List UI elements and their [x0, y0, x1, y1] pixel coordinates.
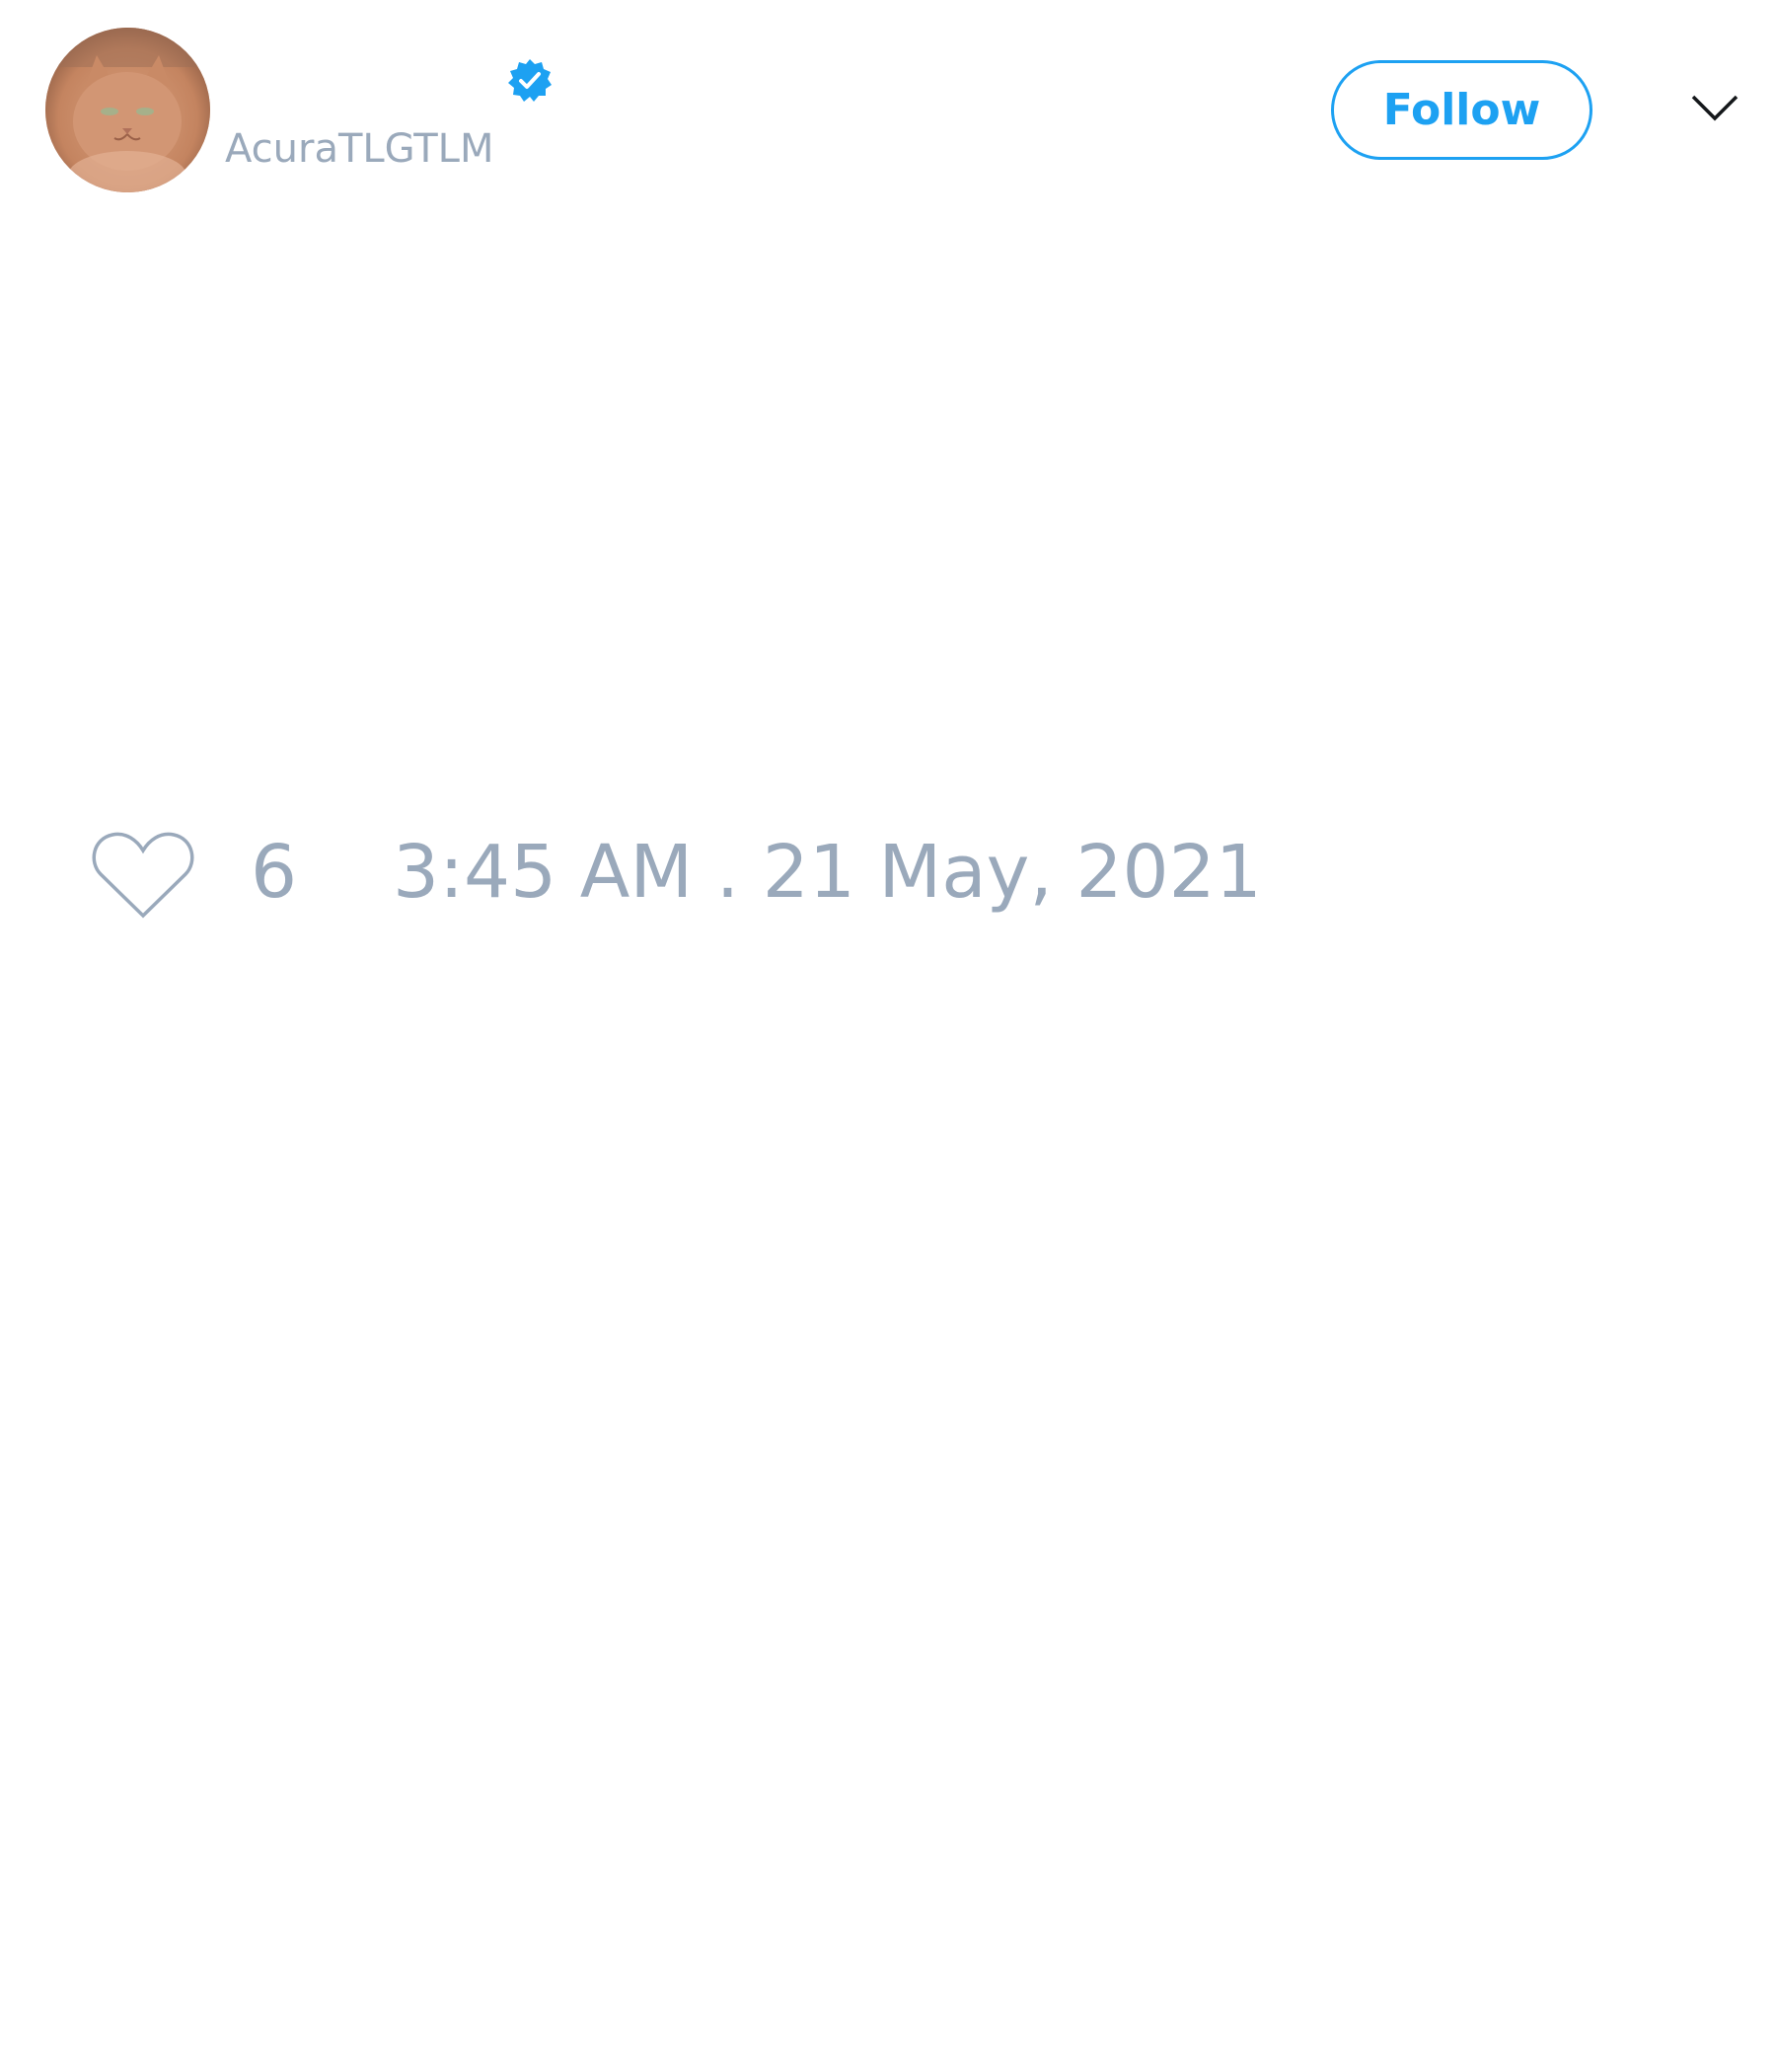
- tweet-timestamp[interactable]: 3:45 AM . 21 May, 2021: [393, 829, 1262, 916]
- like-count[interactable]: 6: [251, 829, 297, 916]
- cat-avatar-image: [45, 28, 210, 192]
- follow-button[interactable]: Follow: [1331, 60, 1592, 160]
- verified-badge-icon: [506, 57, 554, 105]
- tweet-header: AcuraTLGTLM Follow: [0, 0, 1776, 217]
- tweet-footer: 6 3:45 AM . 21 May, 2021: [0, 809, 1776, 927]
- chevron-down-icon[interactable]: [1689, 89, 1740, 128]
- author-handle[interactable]: AcuraTLGTLM: [225, 126, 493, 172]
- heart-outline-icon[interactable]: [91, 827, 195, 922]
- author-avatar[interactable]: [45, 28, 210, 192]
